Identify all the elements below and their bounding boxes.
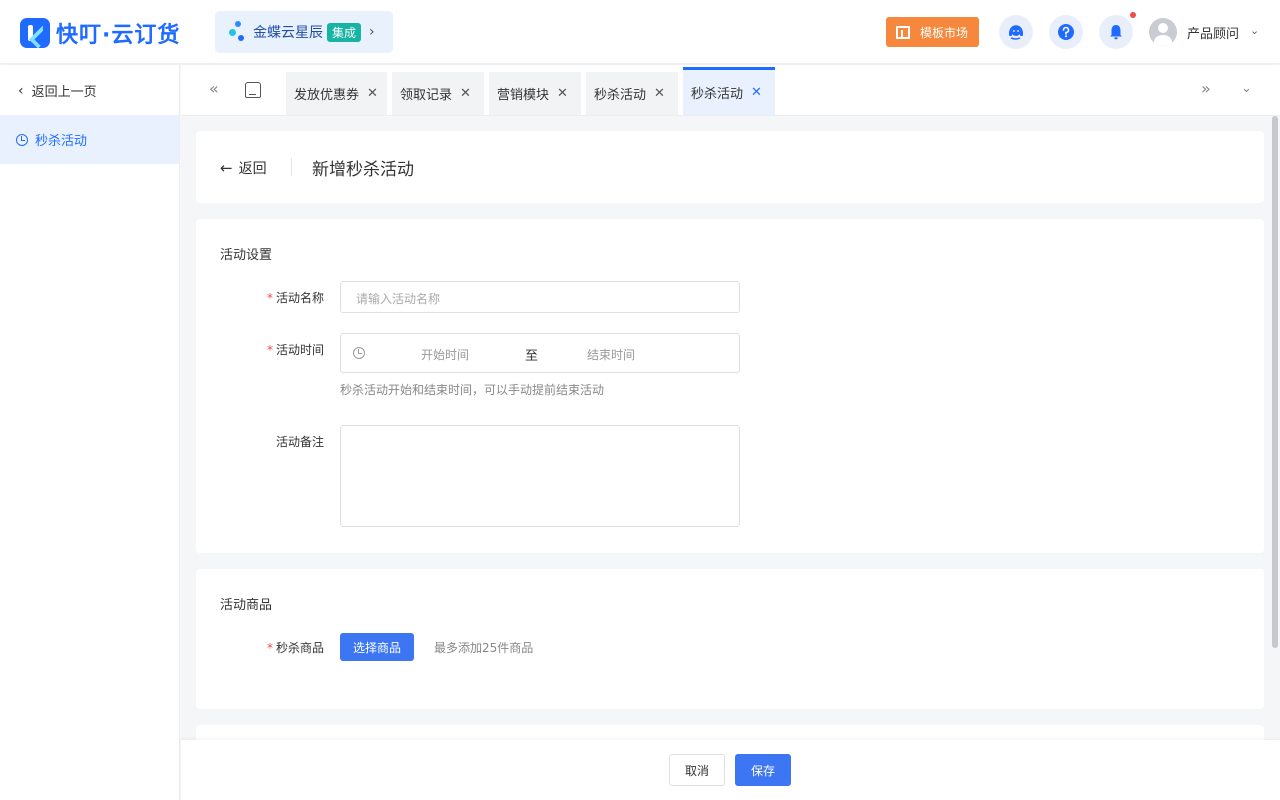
notification-button[interactable] bbox=[1099, 15, 1133, 49]
logo-text: 快叮·云订货 bbox=[56, 23, 181, 48]
customer-service-button[interactable] bbox=[999, 15, 1033, 49]
logo-icon bbox=[20, 18, 50, 48]
template-icon bbox=[896, 25, 910, 39]
required-mark: * bbox=[266, 343, 273, 357]
back-button[interactable]: ← 返回 bbox=[220, 158, 267, 178]
clock-icon bbox=[16, 133, 28, 146]
tab-claim-records[interactable]: 领取记录 ✕ bbox=[392, 72, 484, 115]
chevron-down-icon[interactable]: ⌄ bbox=[1241, 81, 1252, 96]
tab-coupon-issue[interactable]: 发放优惠券 ✕ bbox=[286, 72, 387, 115]
section-title: 活动设置 bbox=[220, 248, 273, 263]
activity-remark-label: 活动备注 bbox=[275, 435, 324, 449]
cancel-button[interactable]: 取消 bbox=[669, 754, 725, 786]
section-title: 活动商品 bbox=[220, 598, 273, 613]
tab-label: 领取记录 bbox=[400, 88, 453, 103]
flash-sale-goods-label: * 秒杀商品 bbox=[266, 641, 324, 655]
start-time-input[interactable]: 开始时间 bbox=[421, 346, 469, 363]
kingdee-integration-button[interactable]: 金蝶云星辰 集成 › bbox=[215, 11, 393, 53]
form-footer: 取消 保存 bbox=[181, 740, 1280, 800]
activity-time-hint: 秒杀活动开始和结束时间，可以手动提前结束活动 bbox=[340, 383, 605, 397]
kingdee-label: 金蝶云星辰 bbox=[253, 25, 323, 41]
tab-label: 秒杀活动 bbox=[594, 88, 647, 103]
activity-settings-card: 活动设置 * 活动名称 请输入活动名称 * 活动时间 开始时间 至 结束时间 秒杀活… bbox=[196, 219, 1264, 553]
select-goods-button[interactable]: 选择商品 bbox=[340, 633, 414, 661]
goods-limit-hint: 最多添加25件商品 bbox=[434, 641, 534, 655]
clock-icon bbox=[353, 347, 365, 359]
top-header: 快叮·云订货 金蝶云星辰 集成 › 模板市场 产品顾问 ⌄ bbox=[0, 0, 1280, 64]
activity-name-input[interactable]: 请输入活动名称 bbox=[340, 281, 740, 313]
arrow-left-icon: ← bbox=[220, 159, 233, 177]
user-name[interactable]: 产品顾问 bbox=[1187, 23, 1239, 42]
chevron-right-icon: › bbox=[369, 24, 375, 40]
help-button[interactable] bbox=[1049, 15, 1083, 49]
double-chevron-left-icon[interactable]: « bbox=[209, 79, 219, 98]
tab-bar: « 发放优惠券 ✕ 领取记录 ✕ 营销模块 ✕ 秒杀活动 ✕ 秒杀活动 ✕ » … bbox=[181, 65, 1280, 116]
activity-time-range-picker[interactable]: 开始时间 至 结束时间 bbox=[340, 333, 740, 373]
help-icon bbox=[1058, 24, 1074, 40]
end-time-input[interactable]: 结束时间 bbox=[587, 346, 635, 363]
activity-remark-textarea[interactable] bbox=[340, 425, 740, 527]
notification-dot bbox=[1130, 12, 1136, 18]
activity-name-label: * 活动名称 bbox=[266, 291, 324, 305]
sidebar-item-flash-sale[interactable]: 秒杀活动 bbox=[0, 115, 179, 164]
close-icon[interactable]: ✕ bbox=[654, 86, 665, 101]
page-scrollbar[interactable] bbox=[1270, 116, 1280, 740]
tab-label: 秒杀活动 bbox=[691, 87, 744, 102]
save-button[interactable]: 保存 bbox=[735, 754, 791, 786]
app-logo[interactable]: 快叮·云订货 bbox=[20, 17, 180, 49]
activity-time-label: * 活动时间 bbox=[266, 343, 324, 357]
headset-icon bbox=[1009, 25, 1023, 40]
tab-flash-sale[interactable]: 秒杀活动 ✕ bbox=[586, 72, 678, 115]
template-market-label: 模板市场 bbox=[920, 25, 969, 40]
tab-flash-sale-active[interactable]: 秒杀活动 ✕ bbox=[683, 67, 775, 115]
avatar[interactable] bbox=[1149, 18, 1177, 46]
sidebar-item-label: 秒杀活动 bbox=[35, 134, 88, 149]
required-mark: * bbox=[266, 641, 273, 655]
home-icon[interactable] bbox=[245, 82, 261, 98]
chevron-left-icon: ‹ bbox=[18, 82, 24, 99]
back-label: 返回 bbox=[238, 161, 267, 177]
chevron-down-icon[interactable]: ⌄ bbox=[1250, 24, 1259, 37]
tab-marketing-module[interactable]: 营销模块 ✕ bbox=[489, 72, 581, 115]
close-icon[interactable]: ✕ bbox=[367, 86, 378, 101]
tab-label: 营销模块 bbox=[497, 88, 550, 103]
close-icon[interactable]: ✕ bbox=[460, 86, 471, 101]
sidebar: ‹ 返回上一页 秒杀活动 bbox=[0, 65, 180, 800]
required-mark: * bbox=[266, 291, 273, 305]
double-chevron-right-icon[interactable]: » bbox=[1201, 79, 1211, 98]
range-separator: 至 bbox=[525, 349, 539, 364]
tab-label: 发放优惠券 bbox=[294, 88, 360, 103]
activity-goods-card: 活动商品 * 秒杀商品 选择商品 最多添加25件商品 bbox=[196, 569, 1264, 709]
page-header-card: ← 返回 新增秒杀活动 bbox=[196, 131, 1264, 203]
template-market-button[interactable]: 模板市场 bbox=[886, 17, 979, 47]
close-icon[interactable]: ✕ bbox=[557, 86, 568, 101]
back-to-previous-label: 返回上一页 bbox=[31, 85, 97, 100]
bell-icon bbox=[1110, 25, 1122, 40]
divider bbox=[291, 158, 292, 176]
kingdee-logo-icon bbox=[229, 20, 249, 44]
close-icon[interactable]: ✕ bbox=[751, 85, 762, 100]
integration-badge: 集成 bbox=[327, 22, 362, 42]
page-title: 新增秒杀活动 bbox=[312, 160, 414, 180]
back-to-previous-link[interactable]: ‹ 返回上一页 bbox=[18, 81, 97, 101]
scrollbar-thumb[interactable] bbox=[1272, 116, 1278, 648]
